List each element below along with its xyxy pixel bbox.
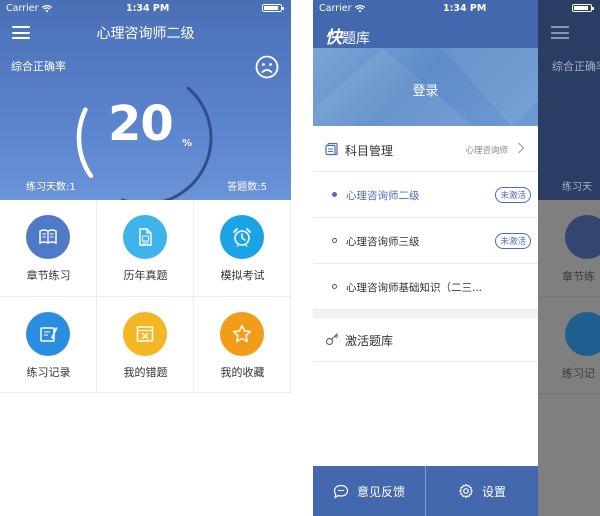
grid-item-past-exams[interactable]: 历年真题 [97,200,194,297]
carrier: Carrier [6,3,52,14]
subject-list-icon [325,142,338,156]
exam-item-basics[interactable]: 心理咨询师基础知识（二三... [313,264,538,310]
page-title: 心理咨询师二级 [96,26,195,42]
battery-icon [572,4,594,12]
status-bar: Carrier 1:34 PM [0,0,291,16]
app-screenshot: Carrier 1:34 PM 心理咨询师二级 综合正确率 20 % 练习天数:… [0,0,600,516]
carrier-label: Carrier [319,3,352,14]
dimmed-days-label: 练习天 [562,182,592,193]
unselected-dot-icon [332,284,337,289]
status-badge: 未激活 [495,187,531,203]
unselected-dot-icon [332,238,337,243]
login-button[interactable]: 登录 [313,80,538,99]
edit-note-icon [26,311,70,356]
settings-button[interactable]: 设置 [426,466,538,516]
sad-face-icon[interactable] [255,55,279,79]
dimmed-book-icon [565,215,600,259]
activate-bank-label: 激活题库 [345,334,394,348]
status-time: 1:34 PM [126,3,170,14]
drawer-screen: Carrier 1:34 PM 快题库 登录 科目管理 心理咨询师 心理咨询师二… [313,0,600,516]
grid-item-practice-record[interactable]: 练习记录 [0,296,97,393]
grid-item-label: 我的收藏 [220,365,265,379]
dimmed-edit-icon [565,312,600,356]
accuracy-value: 20 [108,96,174,152]
side-drawer: Carrier 1:34 PM 快题库 登录 科目管理 心理咨询师 心理咨询师二… [313,0,538,516]
feedback-button[interactable]: 意见反馈 [313,466,426,516]
battery-icon [262,4,284,12]
subject-manage-label: 科目管理 [345,144,394,158]
grid-item-chapter-practice[interactable]: 章节练习 [0,200,97,297]
status-bar: Carrier 1:34 PM [313,0,538,16]
dimmed-hero: 综合正确率 练习天 [538,0,600,200]
practice-days: 练习天数:1 [26,182,76,193]
exam-name: 心理咨询师基础知识（二三... [346,282,483,294]
brand-logo: 快题库 [325,23,370,48]
grid-item-label: 历年真题 [123,269,168,282]
wifi-icon [41,4,52,13]
grid-item-favorites[interactable]: 我的收藏 [194,296,291,393]
exam-item-level2[interactable]: 心理咨询师二级 未激活 [313,172,538,218]
status-badge: 未激活 [495,233,531,249]
feedback-label: 意见反馈 [356,484,405,499]
dimmed-item-label: 章节练 [562,270,595,283]
carrier: Carrier [319,3,365,14]
alarm-clock-icon [220,215,264,259]
subject-manage-row[interactable]: 科目管理 心理咨询师 [313,126,538,172]
settings-label: 设置 [481,484,506,499]
menu-icon [551,26,569,43]
grid-item-label: 模拟考试 [220,269,265,282]
grid-item-label: 我的错题 [123,365,168,379]
star-icon [220,311,264,356]
grid-item-label: 练习记录 [26,365,71,379]
dimmed-item-label: 练习记 [562,367,595,380]
selected-dot-icon [332,192,337,197]
status-bar [538,0,600,16]
chevron-right-icon [518,142,525,154]
section-divider [313,310,538,318]
exam-item-level3[interactable]: 心理咨询师三级 未激活 [313,218,538,264]
gear-icon [459,483,473,499]
grid-item-mock-exam[interactable]: 模拟考试 [194,200,291,297]
paper-icon [123,215,167,259]
exam-name: 心理咨询师二级 [346,190,420,202]
wifi-icon [354,4,365,13]
chat-bubble-icon [333,484,349,499]
brand-bold: 快 [325,28,342,48]
dimmed-main-screen[interactable]: 综合正确率 练习天 章节练 练习记 [538,0,600,516]
feature-grid: 章节练习 历年真题 模拟考试 练习记录 我的错题 我的收藏 [0,200,291,393]
grid-item-label: 章节练习 [26,269,71,282]
accuracy-unit: % [182,138,193,149]
brand-rest: 题库 [342,31,370,47]
subject-current: 心理咨询师 [465,146,508,156]
answer-count: 答题数:5 [227,182,267,193]
accuracy-label: 综合正确率 [11,60,66,73]
wrong-box-icon [123,311,167,356]
key-icon [325,333,339,346]
carrier-label: Carrier [6,3,39,14]
grid-item-wrong-questions[interactable]: 我的错题 [97,296,194,393]
hero-panel: Carrier 1:34 PM 心理咨询师二级 综合正确率 20 % 练习天数:… [0,0,291,200]
book-icon [26,215,70,259]
main-screen: Carrier 1:34 PM 心理咨询师二级 综合正确率 20 % 练习天数:… [0,0,291,516]
dimmed-accuracy-label: 综合正确率 [552,60,600,73]
status-time: 1:34 PM [443,3,487,14]
drawer-bottom-bar: 意见反馈 设置 [313,466,538,516]
exam-name: 心理咨询师三级 [346,236,420,248]
drawer-header: Carrier 1:34 PM 快题库 [313,0,538,48]
activate-bank-row[interactable]: 激活题库 [313,318,538,362]
